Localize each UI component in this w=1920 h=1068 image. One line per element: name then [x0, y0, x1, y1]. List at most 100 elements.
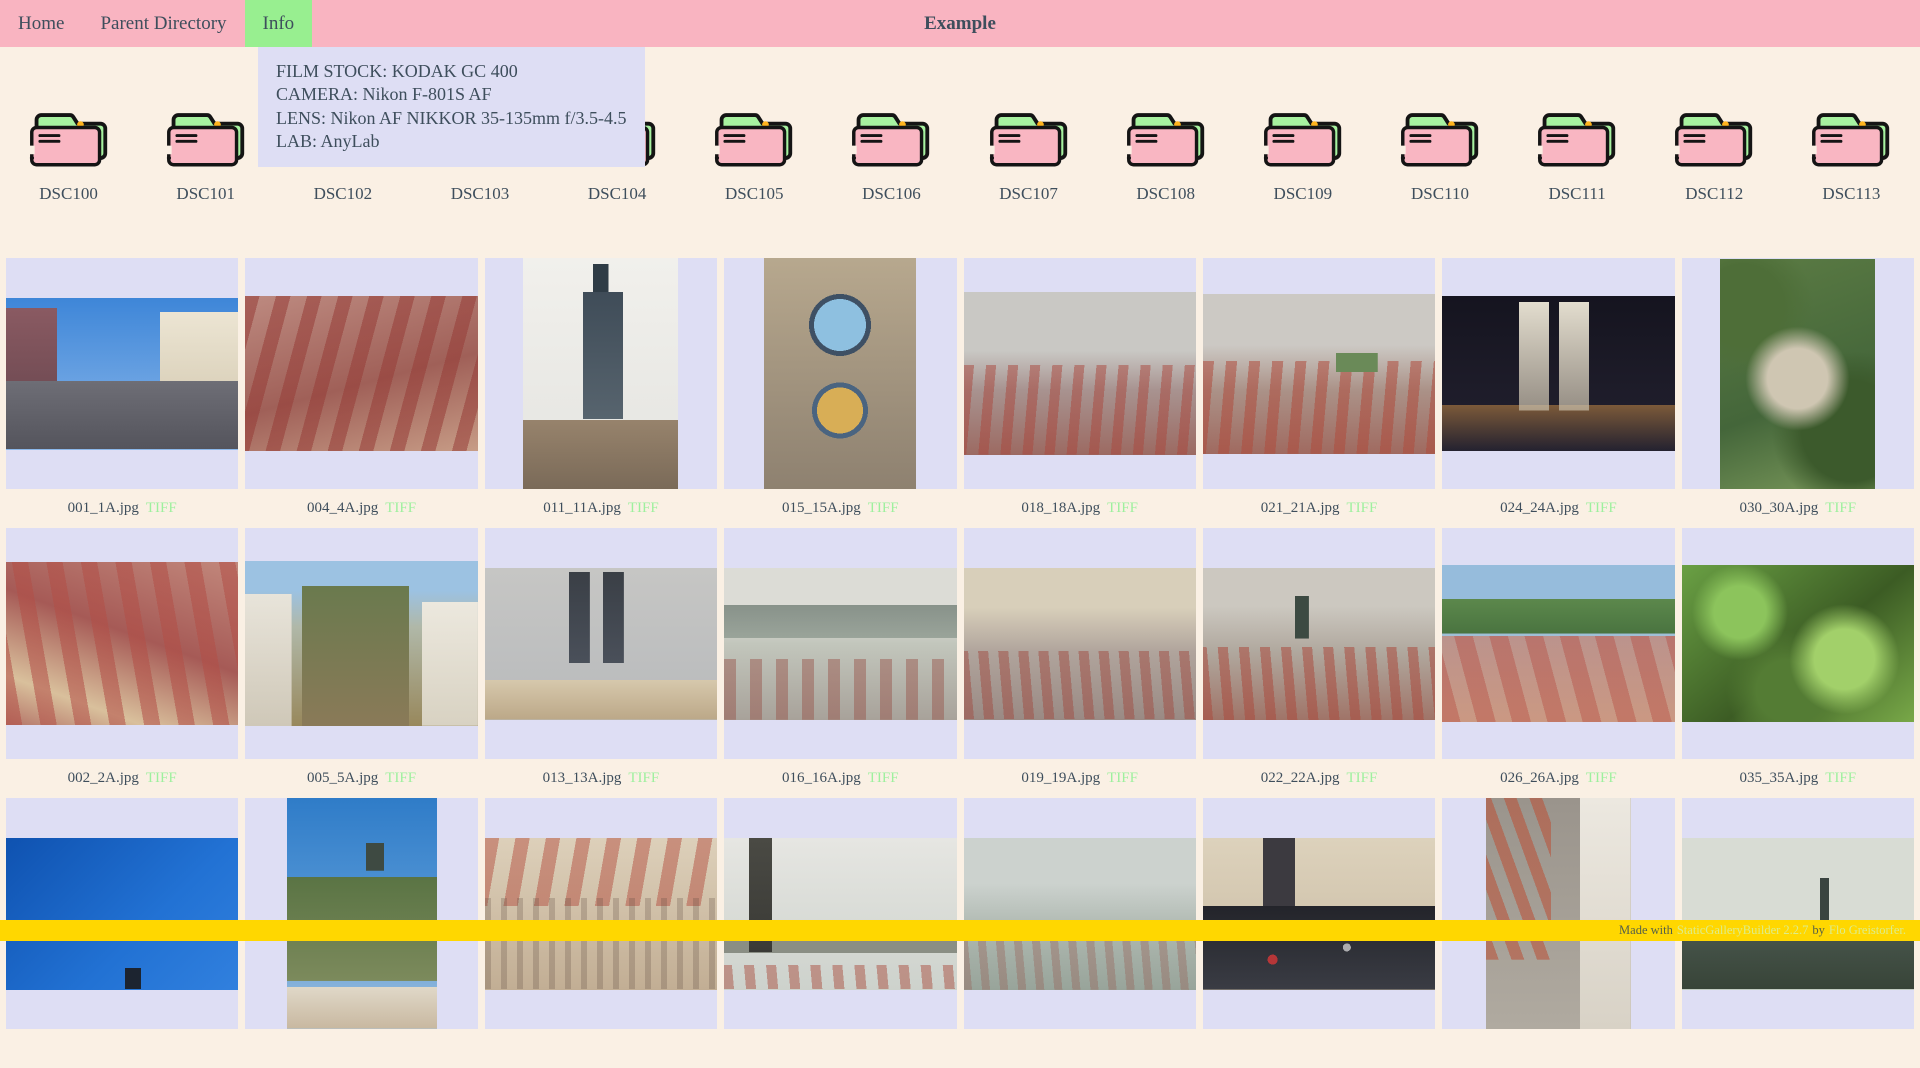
photo-thumbnail-004_4A.jpg[interactable] [245, 296, 477, 451]
gallery-column: 001_1A.jpgTIFF [6, 258, 238, 528]
nav-item-info[interactable]: Info [245, 0, 313, 47]
tiff-link[interactable]: TIFF [1107, 770, 1138, 787]
photo-caption [724, 1029, 956, 1068]
photo-cell [6, 258, 238, 489]
photo-thumbnail-021_21A.jpg[interactable] [1203, 294, 1435, 454]
nav-parent-directory-label: Parent Directory [100, 13, 226, 35]
folder-icon [987, 105, 1071, 171]
photo-caption [245, 1029, 477, 1068]
folder-dsc107[interactable]: DSC107 [960, 105, 1097, 204]
tiff-link[interactable]: TIFF [385, 500, 416, 517]
photo-caption: 030_30A.jpgTIFF [1682, 489, 1914, 528]
photo-caption: 015_15A.jpgTIFF [724, 489, 956, 528]
photo-thumbnail[interactable] [1682, 838, 1914, 990]
photo-thumbnail[interactable] [724, 838, 956, 990]
folder-dsc106[interactable]: DSC106 [823, 105, 960, 204]
photo-thumbnail[interactable] [6, 838, 238, 990]
folder-dsc111[interactable]: DSC111 [1509, 105, 1646, 204]
photo-thumbnail-022_22A.jpg[interactable] [1203, 568, 1435, 720]
tiff-link[interactable]: TIFF [868, 770, 899, 787]
nav-item-parent-directory[interactable]: Parent Directory [82, 0, 244, 47]
nav-info-label: Info [263, 13, 295, 35]
photo-cell [724, 798, 956, 1029]
photo-thumbnail-005_5A.jpg[interactable] [245, 561, 477, 726]
photo-thumbnail-035_35A.jpg[interactable] [1682, 565, 1914, 722]
folder-icon [1672, 105, 1756, 171]
folder-dsc112[interactable]: DSC112 [1646, 105, 1783, 204]
photo-caption [6, 1029, 238, 1068]
gallery-column: 018_18A.jpgTIFF [964, 258, 1196, 528]
photo-cell [1682, 258, 1914, 489]
tiff-link[interactable]: TIFF [868, 500, 899, 517]
photo-thumbnail[interactable] [485, 838, 717, 990]
photo-caption: 011_11A.jpgTIFF [485, 489, 717, 528]
folder-dsc109[interactable]: DSC109 [1234, 105, 1371, 204]
photo-thumbnail-019_19A.jpg[interactable] [964, 568, 1196, 720]
tiff-link[interactable]: TIFF [1107, 500, 1138, 517]
photo-filename: 022_22A.jpg [1261, 770, 1340, 787]
tiff-link[interactable]: TIFF [1825, 770, 1856, 787]
photo-thumbnail-026_26A.jpg[interactable] [1442, 565, 1674, 722]
photo-filename: 035_35A.jpg [1740, 770, 1819, 787]
tiff-link[interactable]: TIFF [1586, 500, 1617, 517]
photo-caption: 024_24A.jpgTIFF [1442, 489, 1674, 528]
tiff-link[interactable]: TIFF [146, 500, 177, 517]
photo-thumbnail[interactable] [964, 838, 1196, 990]
footer-author-link[interactable]: Flo Greistorfer. [1829, 923, 1906, 938]
photo-caption [1682, 1029, 1914, 1068]
folder-dsc108[interactable]: DSC108 [1097, 105, 1234, 204]
nav-item-home[interactable]: Home [0, 0, 82, 47]
folder-icon [1124, 105, 1208, 171]
photo-cell [245, 798, 477, 1029]
info-film-stock: FILM STOCK: KODAK GC 400 [276, 60, 627, 83]
photo-thumbnail-015_15A.jpg[interactable] [764, 258, 916, 489]
photo-cell [1682, 528, 1914, 759]
nav-home-label: Home [18, 13, 64, 35]
photo-thumbnail-024_24A.jpg[interactable] [1442, 296, 1674, 451]
photo-cell [485, 258, 717, 489]
folder-dsc105[interactable]: DSC105 [686, 105, 823, 204]
gallery-column: 005_5A.jpg TIFF [245, 528, 477, 798]
tiff-link[interactable]: TIFF [1586, 770, 1617, 787]
photo-thumbnail-001_1A.jpg[interactable] [6, 298, 238, 450]
gallery-column: 021_21A.jpg TIFF [1203, 258, 1435, 528]
photo-thumbnail-016_16A.jpg[interactable] [724, 568, 956, 720]
photo-thumbnail-030_30A.jpg[interactable] [1720, 259, 1875, 489]
folder-dsc110[interactable]: DSC110 [1371, 105, 1508, 204]
photo-thumbnail[interactable] [287, 798, 437, 1029]
folder-label: DSC110 [1411, 184, 1469, 204]
gallery-column: 015_15A.jpgTIFF [724, 258, 956, 528]
photo-cell [1203, 258, 1435, 489]
photo-caption [964, 1029, 1196, 1068]
photo-thumbnail[interactable] [1486, 798, 1631, 1029]
folder-dsc100[interactable]: DSC100 [0, 105, 137, 204]
photo-thumbnail-011_11A.jpg[interactable] [523, 258, 678, 489]
photo-filename: 005_5A.jpg [307, 770, 378, 787]
photo-thumbnail-018_18A.jpg[interactable] [964, 292, 1196, 455]
folder-dsc113[interactable]: DSC113 [1783, 105, 1920, 204]
photo-thumbnail-002_2A.jpg[interactable] [6, 562, 238, 725]
folder-label: DSC113 [1822, 184, 1880, 204]
photo-cell [1442, 798, 1674, 1029]
photo-cell [1682, 798, 1914, 1029]
tiff-link[interactable]: TIFF [146, 770, 177, 787]
tiff-link[interactable]: TIFF [1347, 500, 1378, 517]
photo-filename: 021_21A.jpg [1261, 500, 1340, 517]
photo-caption [1442, 1029, 1674, 1068]
footer-builder-link[interactable]: StaticGalleryBuilder 2.2.7 [1677, 923, 1809, 938]
folder-dsc101[interactable]: DSC101 [137, 105, 274, 204]
tiff-link[interactable]: TIFF [1825, 500, 1856, 517]
tiff-link[interactable]: TIFF [628, 500, 659, 517]
photo-caption: 022_22A.jpg TIFF [1203, 759, 1435, 798]
tiff-link[interactable]: TIFF [628, 770, 659, 787]
photo-caption: 002_2A.jpgTIFF [6, 759, 238, 798]
folder-icon [1398, 105, 1482, 171]
photo-thumbnail[interactable] [1203, 838, 1435, 990]
photo-filename: 026_26A.jpg [1500, 770, 1579, 787]
folder-label: DSC108 [1136, 184, 1195, 204]
info-lab: LAB: AnyLab [276, 130, 627, 153]
tiff-link[interactable]: TIFF [1347, 770, 1378, 787]
folder-icon [712, 105, 796, 171]
tiff-link[interactable]: TIFF [385, 770, 416, 787]
photo-thumbnail-013_13A.jpg[interactable] [485, 568, 717, 720]
